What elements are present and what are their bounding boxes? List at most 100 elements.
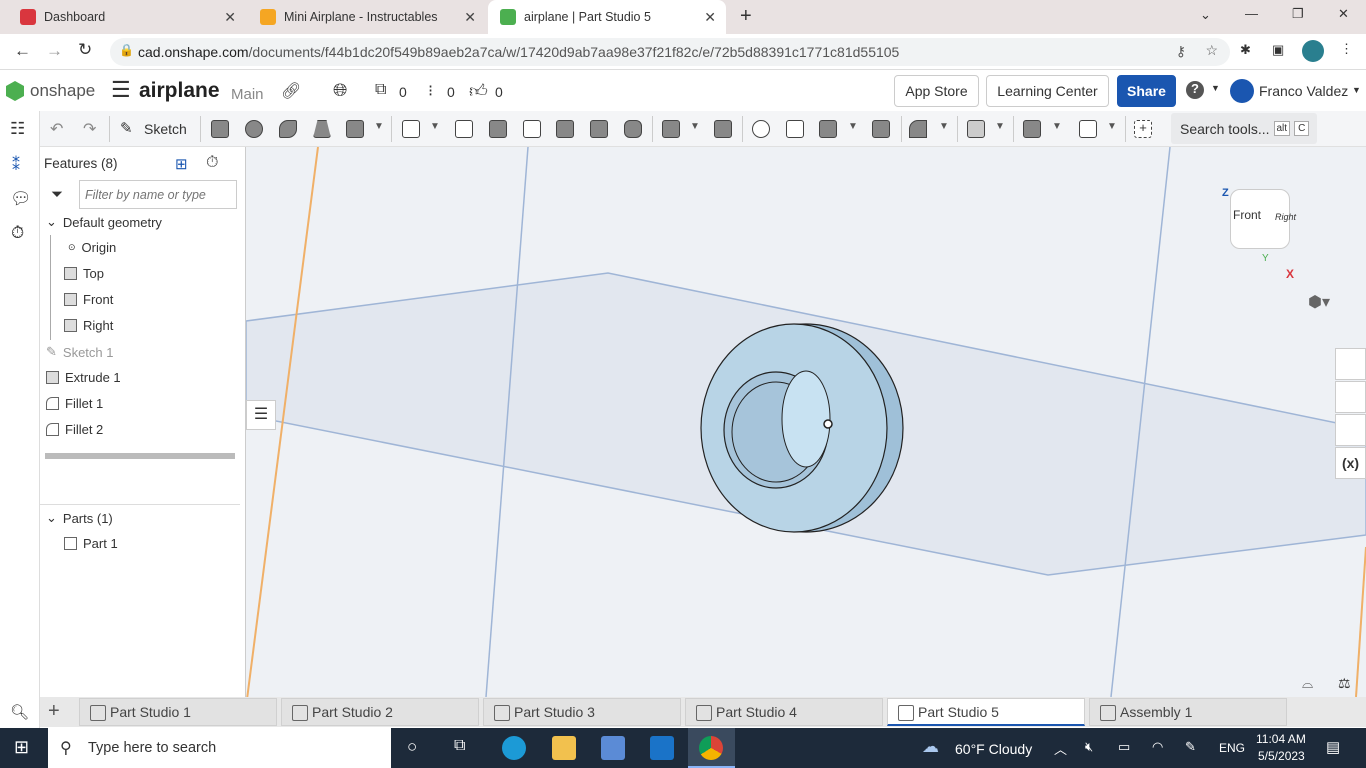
fillet-icon[interactable] <box>402 120 420 138</box>
side-panel-icon[interactable]: ▣ <box>1272 42 1284 58</box>
edge-icon[interactable] <box>502 736 526 760</box>
model-scene[interactable] <box>246 147 1366 697</box>
task-view-icon[interactable]: ⧉ <box>454 737 465 755</box>
filter-input[interactable] <box>79 180 237 209</box>
mail-icon[interactable] <box>650 736 674 760</box>
show-hidden-icons[interactable]: ︿ <box>1054 739 1067 758</box>
sheet-metal-icon[interactable] <box>1023 120 1041 138</box>
profile-avatar[interactable] <box>1302 40 1324 62</box>
back-icon[interactable]: ← <box>14 41 31 61</box>
feature-top-plane[interactable]: Top <box>64 266 104 281</box>
redo-icon[interactable]: ↷ <box>83 119 96 139</box>
loft-icon[interactable] <box>313 120 331 138</box>
sketch-pencil-icon[interactable]: ✎ <box>120 119 133 137</box>
dropdown-icon[interactable]: ▼ <box>690 121 700 132</box>
link-icon[interactable]: 🔗︎ <box>281 81 301 101</box>
menu-icon[interactable]: ☰ <box>111 77 131 103</box>
feature-fillet-1[interactable]: Fillet 1 <box>46 396 103 411</box>
browser-tab-dashboard[interactable]: Dashboard ✕ <box>8 0 246 34</box>
globe-icon[interactable]: 🌐︎ <box>333 80 347 101</box>
chrome-taskbar-button[interactable] <box>688 728 735 768</box>
browser-tab-instructables[interactable]: Mini Airplane - Instructables ✕ <box>248 0 486 34</box>
cortana-icon[interactable]: ○ <box>407 737 417 757</box>
chamfer-icon[interactable] <box>455 120 473 138</box>
view-cube[interactable]: Front Right <box>1230 189 1296 249</box>
parts-folder[interactable]: ⌄ Parts (1) <box>46 510 113 526</box>
weather-text[interactable]: 60°F Cloudy <box>955 741 1032 757</box>
key-icon[interactable]: ⚷ <box>1176 43 1186 60</box>
frames-icon[interactable] <box>1079 120 1097 138</box>
variables-panel-icon[interactable]: (x) <box>1335 447 1366 479</box>
feature-right-plane[interactable]: Right <box>64 318 113 333</box>
feature-extrude-1[interactable]: Extrude 1 <box>46 370 121 385</box>
delete-part-icon[interactable] <box>872 120 890 138</box>
view-options-icon[interactable]: ⬢▾ <box>1308 292 1330 312</box>
dropdown-icon[interactable]: ▼ <box>374 121 384 132</box>
extrude-icon[interactable] <box>211 120 229 138</box>
url-input[interactable]: 🔒 cad.onshape.com/documents/f44b1dc20f549… <box>110 38 1230 66</box>
volume-muted-icon[interactable]: 🔇︎ <box>1085 739 1093 755</box>
store-icon[interactable] <box>601 736 625 760</box>
search-zoom-icon[interactable]: 🔍︎ <box>10 703 29 721</box>
tab-part-studio-4[interactable]: Part Studio 4 <box>685 698 883 726</box>
appearance-panel-icon[interactable] <box>1335 348 1366 380</box>
history-icon[interactable]: ⏱︎ <box>11 223 24 243</box>
bookmark-star-icon[interactable]: ☆ <box>1205 42 1218 59</box>
part-1[interactable]: Part 1 <box>64 536 118 551</box>
user-dropdown-icon[interactable]: ▼ <box>1352 85 1361 95</box>
tab-part-studio-1[interactable]: Part Studio 1 <box>79 698 277 726</box>
shell-icon[interactable] <box>556 120 574 138</box>
share-button[interactable]: Share <box>1117 75 1176 107</box>
feature-fillet-2[interactable]: Fillet 2 <box>46 422 103 437</box>
tab-part-studio-2[interactable]: Part Studio 2 <box>281 698 479 726</box>
tab-assembly-1[interactable]: Assembly 1 <box>1089 698 1287 726</box>
transform-icon[interactable] <box>819 120 837 138</box>
branches-icon[interactable]: ⁝ <box>428 81 433 101</box>
tab-part-studio-5[interactable]: Part Studio 5 <box>887 698 1085 726</box>
help-icon[interactable]: ? <box>1186 81 1204 99</box>
taskbar-search-input[interactable]: ⚲ Type here to search <box>48 728 391 768</box>
chrome-menu-icon[interactable]: ⋮ <box>1340 41 1353 57</box>
file-explorer-icon[interactable] <box>552 736 576 760</box>
hole-icon[interactable] <box>590 120 608 138</box>
dropdown-icon[interactable]: ▼ <box>1052 121 1062 132</box>
sketch-button[interactable]: Sketch <box>144 121 187 137</box>
rollback-timer-icon[interactable]: ⏱︎ <box>206 154 218 172</box>
tab-search-icon[interactable]: ⌄ <box>1200 7 1211 23</box>
dropdown-icon[interactable]: ▼ <box>430 121 440 132</box>
feature-front-plane[interactable]: Front <box>64 292 113 307</box>
feature-origin[interactable]: ⊙ Origin <box>68 240 116 255</box>
sweep-icon[interactable] <box>279 120 297 138</box>
section-view-icon[interactable]: ⌓ <box>1302 675 1313 692</box>
chevron-down-icon[interactable]: ⌄ <box>46 214 57 230</box>
document-title[interactable]: airplane <box>139 79 220 103</box>
split-icon[interactable] <box>786 120 804 138</box>
extensions-icon[interactable]: ✱ <box>1240 42 1251 58</box>
undo-icon[interactable]: ↶ <box>50 119 63 139</box>
mass-properties-icon[interactable]: ⚖︎ <box>1338 675 1351 692</box>
search-tools-input[interactable]: Search tools... alt C <box>1171 113 1317 144</box>
battery-icon[interactable]: ▭ <box>1118 739 1130 755</box>
tab-part-studio-3[interactable]: Part Studio 3 <box>483 698 681 726</box>
close-window-icon[interactable]: ✕ <box>1338 6 1349 22</box>
browser-tab-airplane[interactable]: airplane | Part Studio 5 ✕ <box>488 0 726 34</box>
versions-icon[interactable]: ⧉ <box>375 81 386 99</box>
notifications-icon[interactable]: ▤ <box>1326 738 1340 756</box>
workspace-name[interactable]: Main <box>231 86 264 103</box>
close-tab-icon[interactable]: ✕ <box>704 9 716 26</box>
default-geometry-folder[interactable]: ⌄ Default geometry <box>46 214 162 230</box>
feature-panel-toggle-icon[interactable]: ☰ <box>246 400 276 430</box>
clock-time[interactable]: 11:04 AM <box>1256 732 1306 746</box>
thread-icon[interactable] <box>624 120 642 138</box>
reload-icon[interactable]: ↻ <box>78 40 92 60</box>
filter-icon[interactable]: ⏷ <box>51 186 63 203</box>
view-cube-front[interactable]: Front <box>1233 208 1261 222</box>
variables-icon[interactable]: ⁑ <box>12 155 20 175</box>
add-folder-icon[interactable]: ⊞ <box>175 155 188 173</box>
close-tab-icon[interactable]: ✕ <box>464 9 476 26</box>
draft-icon[interactable] <box>489 120 507 138</box>
add-tab-icon[interactable]: + <box>48 700 60 723</box>
new-tab-icon[interactable]: + <box>740 5 752 28</box>
clock-date[interactable]: 5/5/2023 <box>1258 749 1305 763</box>
app-store-button[interactable]: App Store <box>894 75 979 107</box>
